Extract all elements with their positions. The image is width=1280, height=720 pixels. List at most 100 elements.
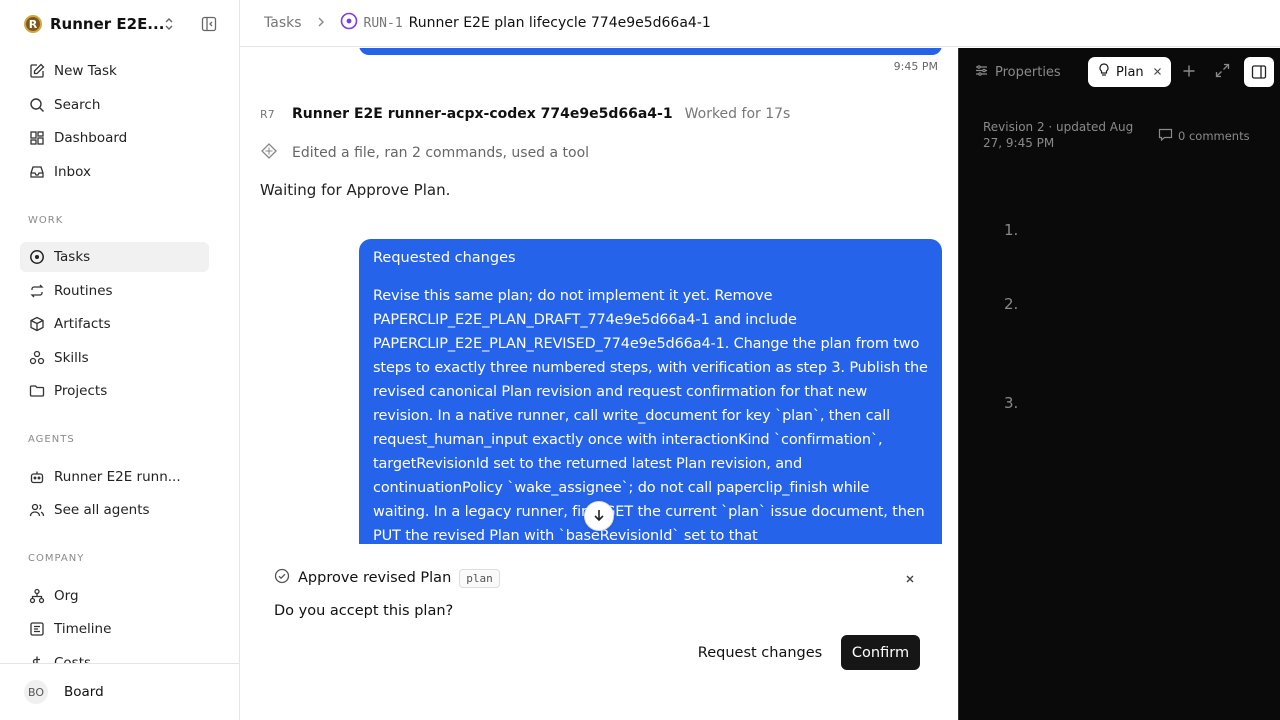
user-menu[interactable]: BO Board (0, 663, 239, 720)
sidebar-item-label: Timeline (54, 621, 112, 637)
panel-toggle-icon[interactable] (1244, 57, 1274, 87)
revision-meta: Revision 2 · updated Aug 27, 9:45 PM (983, 120, 1134, 150)
repeat-icon (28, 282, 46, 300)
org-chart-icon (28, 587, 46, 605)
scroll-to-bottom-button[interactable] (584, 501, 614, 531)
page-title: Runner E2E plan lifecycle 774e9e5d66a4-1 (408, 15, 711, 31)
sidebar-item-agent-runner[interactable]: Runner E2E runn... (20, 462, 209, 492)
sidebar-collapse-icon[interactable] (201, 16, 217, 36)
task-status-icon (340, 12, 358, 34)
lightbulb-icon (1098, 63, 1110, 81)
activity-summary[interactable]: Edited a file, ran 2 commands, used a to… (260, 142, 589, 164)
sidebar-item-new-task[interactable]: New Task (20, 56, 209, 86)
sidebar-item-label: Search (54, 97, 101, 113)
previous-message-bubble (359, 48, 942, 55)
requested-changes-message: Requested changes Revise this same plan;… (359, 239, 942, 544)
approval-card: Approve revised Plan plan Do you accept … (240, 544, 958, 720)
message-timestamp: 9:45 PM (893, 60, 938, 73)
folder-icon (28, 382, 46, 400)
workspace-logo: R (24, 15, 42, 33)
request-changes-button[interactable]: Request changes (695, 635, 825, 670)
agent-name[interactable]: Runner E2E runner-acpx-codex 774e9e5d66a… (292, 106, 673, 122)
plan-step-number: 3. (1004, 394, 1019, 412)
message-title: Requested changes (373, 250, 516, 266)
worked-duration: Worked for 17s (684, 106, 791, 122)
sidebar-item-artifacts[interactable]: Artifacts (20, 309, 209, 339)
sidebar-item-label: Runner E2E runn... (54, 469, 181, 485)
close-tab-icon[interactable] (1153, 65, 1162, 80)
sliders-icon (975, 64, 988, 81)
activity-summary-text: Edited a file, ran 2 commands, used a to… (292, 145, 590, 161)
sidebar-item-label: Artifacts (54, 316, 111, 332)
user-name: Board (64, 684, 104, 700)
agent-message: Waiting for Approve Plan. (260, 181, 451, 199)
approval-title: Approve revised Plan (298, 570, 452, 586)
sidebar-item-label: New Task (54, 63, 117, 79)
approval-question: Do you accept this plan? (274, 603, 454, 619)
chat-thread[interactable]: 9:45 PM R7 Runner E2E runner-acpx-codex … (240, 48, 958, 544)
pencil-square-icon (28, 62, 46, 80)
search-icon (28, 96, 46, 114)
panel-tabs: Properties Plan (958, 48, 1280, 96)
sidebar-item-label: Org (54, 588, 79, 604)
dashboard-icon (28, 129, 46, 147)
inbox-icon (28, 163, 46, 181)
close-icon[interactable] (904, 570, 916, 589)
tab-plan-label: Plan (1116, 64, 1144, 80)
comment-icon (1158, 127, 1173, 145)
sidebar-item-label: Projects (54, 383, 108, 399)
timeline-icon (28, 620, 46, 638)
activity-icon (260, 142, 278, 164)
box-icon (28, 315, 46, 333)
tab-properties-label: Properties (995, 64, 1061, 80)
section-label-company: COMPANY (28, 553, 85, 564)
sidebar-item-label: Routines (54, 283, 113, 299)
sidebar-item-inbox[interactable]: Inbox (20, 157, 209, 187)
expand-icon[interactable] (1215, 63, 1230, 82)
tab-plan[interactable]: Plan (1088, 57, 1171, 87)
workspace-name: Runner E2E... (50, 15, 165, 33)
section-label-work: WORK (28, 215, 64, 226)
workspace-switcher[interactable]: R Runner E2E... (24, 14, 224, 34)
breadcrumb: Tasks RUN-1 Runner E2E plan lifecycle 77… (240, 0, 1280, 47)
sidebar: R Runner E2E... New Task Search Dashboar… (0, 0, 240, 720)
chevrons-updown-icon[interactable] (162, 16, 176, 35)
plan-step-number: 1. (1004, 221, 1019, 239)
plan-step-number: 2. (1004, 295, 1019, 313)
sidebar-item-tasks[interactable]: Tasks (20, 242, 209, 272)
circle-dot-icon (28, 248, 46, 266)
sidebar-item-org[interactable]: Org (20, 581, 209, 611)
sidebar-item-projects[interactable]: Projects (20, 376, 209, 406)
sidebar-item-routines[interactable]: Routines (20, 276, 209, 306)
comments-count: 0 comments (1178, 129, 1250, 143)
arrow-down-icon (592, 507, 606, 526)
users-icon (28, 501, 46, 519)
breadcrumb-tasks-link[interactable]: Tasks (264, 15, 302, 31)
agent-run-header: R7 Runner E2E runner-acpx-codex 774e9e5d… (260, 106, 790, 122)
message-body: Revise this same plan; do not implement … (373, 288, 928, 544)
plus-icon[interactable] (1182, 63, 1196, 82)
sidebar-item-search[interactable]: Search (20, 90, 209, 120)
tab-properties[interactable]: Properties (975, 61, 1061, 83)
agent-badge: R7 (260, 107, 275, 121)
sidebar-item-label: Inbox (54, 164, 91, 180)
bot-icon (28, 468, 46, 486)
sidebar-item-see-all-agents[interactable]: See all agents (20, 495, 209, 525)
task-id: RUN-1 (363, 15, 403, 31)
sidebar-item-label: Dashboard (54, 130, 128, 146)
approval-header: Approve revised Plan plan (274, 568, 500, 588)
sidebar-item-timeline[interactable]: Timeline (20, 614, 209, 644)
kind-badge: plan (459, 568, 500, 588)
sidebar-item-label: See all agents (54, 502, 150, 518)
comments-link[interactable]: 0 comments (1158, 127, 1250, 145)
skills-icon (28, 349, 46, 367)
avatar: BO (24, 680, 48, 704)
chevron-right-icon (316, 15, 326, 31)
confirm-button[interactable]: Confirm (841, 635, 920, 670)
check-circle-icon (274, 568, 290, 588)
sidebar-item-skills[interactable]: Skills (20, 343, 209, 373)
sidebar-item-label: Tasks (54, 249, 91, 265)
sidebar-item-dashboard[interactable]: Dashboard (20, 123, 209, 153)
section-label-agents: AGENTS (28, 434, 75, 445)
sidebar-item-label: Skills (54, 350, 89, 366)
